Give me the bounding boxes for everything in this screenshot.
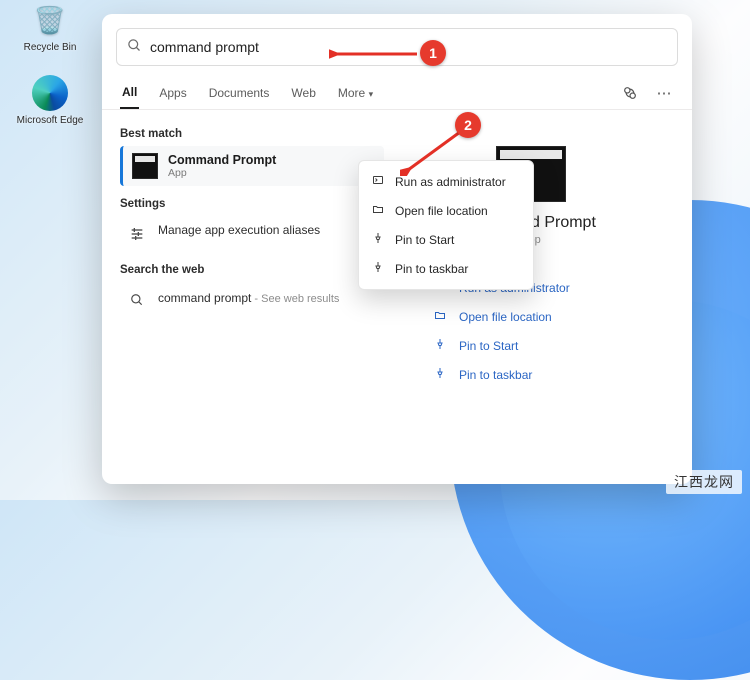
microsoft-edge[interactable]: Microsoft Edge [14,73,86,126]
best-match-label: Best match [120,128,384,140]
pin-icon [433,367,447,382]
detail-actions: Run as administrator Open file location … [431,274,631,388]
tab-web[interactable]: Web [289,78,317,108]
admin-shield-icon [371,174,385,189]
search-tabs: All Apps Documents Web More ▾ ⋯ [102,76,692,110]
recycle-bin-label: Recycle Bin [24,42,77,53]
account-sync-icon[interactable] [618,81,642,105]
tab-documents[interactable]: Documents [207,78,272,108]
folder-icon [433,309,447,324]
action-pin-to-start[interactable]: Pin to Start [431,332,631,359]
ctx-pin-to-taskbar[interactable]: Pin to taskbar [359,254,533,283]
pin-icon [371,232,385,247]
edge-icon [30,73,70,113]
chevron-down-icon: ▾ [369,89,374,99]
recycle-bin-icon: 🗑️ [30,0,70,40]
annotation-badge-1: 1 [420,40,446,66]
folder-icon [371,203,385,218]
tab-more[interactable]: More ▾ [336,78,375,108]
settings-result-manage-aliases[interactable]: Manage app execution aliases [120,216,384,252]
action-pin-to-taskbar[interactable]: Pin to taskbar [431,361,631,388]
best-match-command-prompt[interactable]: Command Prompt App [120,146,384,186]
tab-apps[interactable]: Apps [157,78,188,108]
watermark: 江西龙网 [666,470,742,494]
settings-result-text: Manage app execution aliases [158,223,320,237]
web-result-subtitle: - See web results [251,293,339,305]
results-left-column: Best match Command Prompt App Settings M… [102,110,384,484]
pin-icon [371,261,385,276]
best-match-subtitle: App [168,167,276,179]
web-result-command-prompt[interactable]: command prompt - See web results [120,282,384,318]
search-icon [126,289,148,311]
annotation-arrow-1 [329,46,421,62]
more-options-icon[interactable]: ⋯ [652,81,676,105]
ctx-pin-to-start[interactable]: Pin to Start [359,225,533,254]
web-result-title: command prompt [158,291,251,305]
recycle-bin[interactable]: 🗑️ Recycle Bin [14,0,86,53]
settings-label: Settings [120,198,384,210]
ctx-open-file-location[interactable]: Open file location [359,196,533,225]
context-menu: Run as administrator Open file location … [358,160,534,290]
desktop-icons: 🗑️ Recycle Bin Microsoft Edge [14,0,86,126]
edge-label: Microsoft Edge [17,115,84,126]
search-icon [127,38,142,57]
best-match-title: Command Prompt [168,153,276,167]
tab-all[interactable]: All [120,77,139,109]
annotation-badge-2: 2 [455,112,481,138]
search-web-label: Search the web [120,264,384,276]
settings-list-icon [126,223,148,245]
pin-icon [433,338,447,353]
command-prompt-icon [132,153,158,179]
action-open-file-location[interactable]: Open file location [431,303,631,330]
